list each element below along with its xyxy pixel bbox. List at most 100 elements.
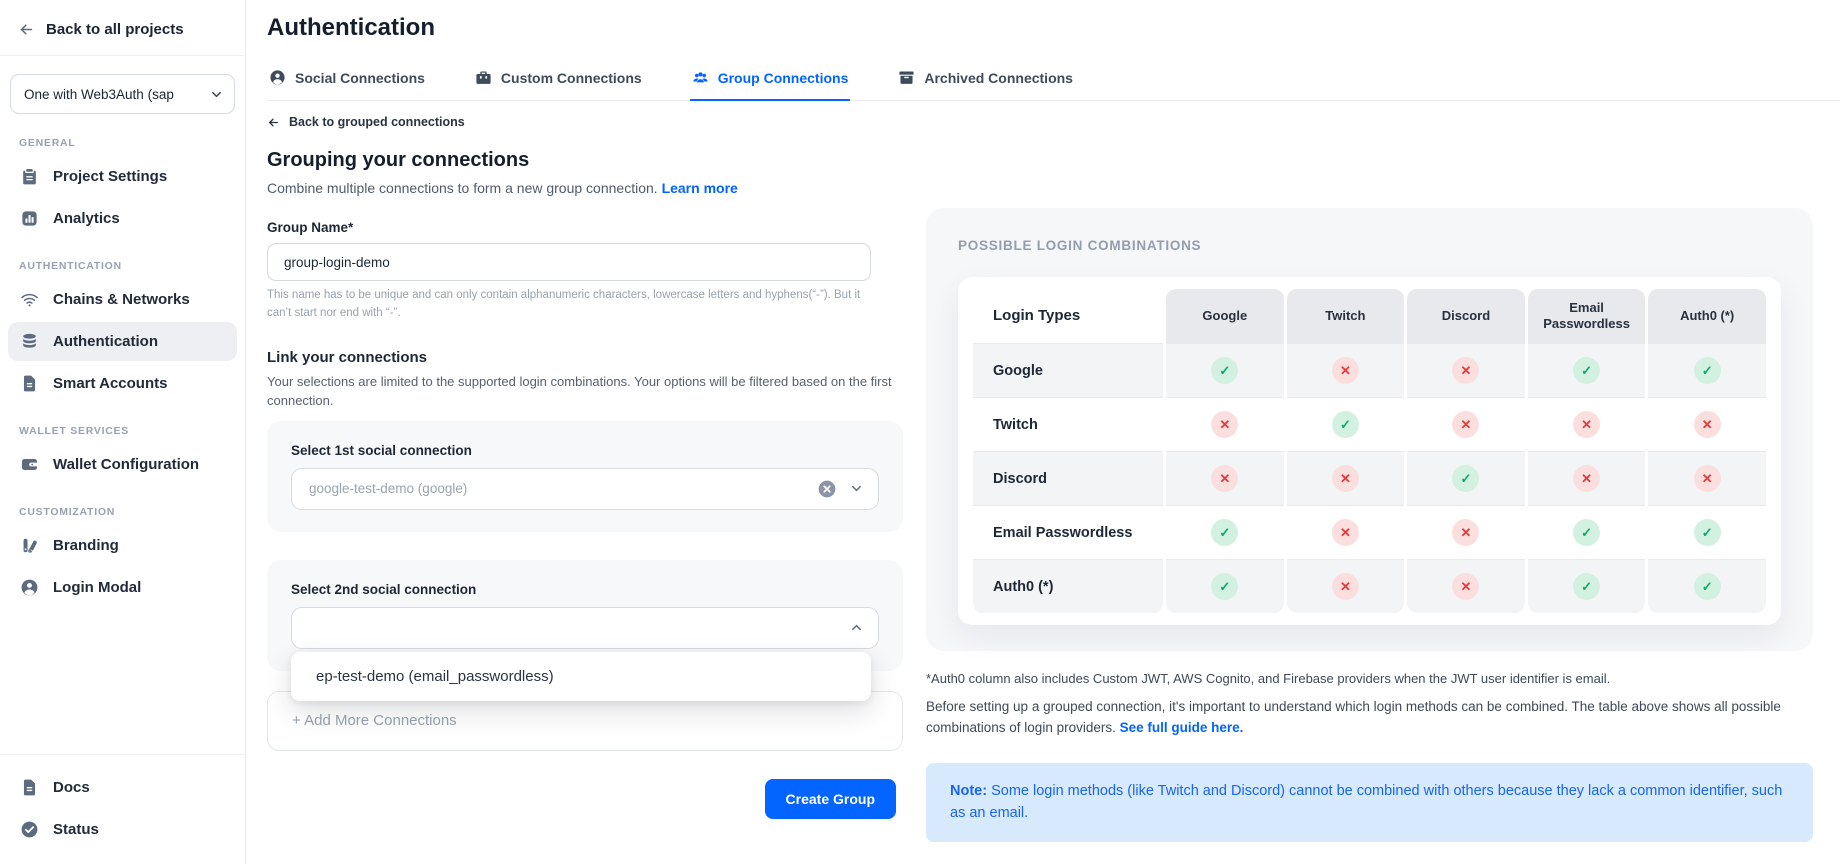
link-connections-title: Link your connections	[267, 349, 903, 366]
sidebar-section-label-general: GENERAL	[0, 118, 245, 154]
sidebar-item-docs[interactable]: Docs	[8, 768, 237, 807]
sidebar-section-label-customization: CUSTOMIZATION	[0, 487, 245, 523]
combinations-table: Login TypesGoogleTwitchDiscordEmail Pass…	[970, 289, 1769, 613]
sidebar-item-analytics[interactable]: Analytics	[8, 199, 237, 238]
cell-supported: ✓	[1528, 559, 1646, 613]
page-title: Authentication	[267, 14, 1840, 42]
sidebar-item-project-settings[interactable]: Project Settings	[8, 157, 237, 196]
chevron-up-icon	[849, 620, 864, 635]
link-connections-description: Your selections are limited to the suppo…	[267, 372, 895, 411]
form-subheading: Combine multiple connections to form a n…	[267, 180, 903, 196]
cell-unsupported: ✕	[1407, 343, 1525, 397]
row-label: Discord	[973, 451, 1163, 505]
second-connection-select[interactable]	[291, 607, 879, 649]
app-window: Back to all projects One with Web3Auth (…	[0, 0, 1840, 864]
sidebar-item-label: Project Settings	[53, 168, 167, 185]
check-icon: ✓	[1573, 519, 1600, 546]
back-to-all-projects-label: Back to all projects	[46, 21, 184, 38]
cell-unsupported: ✕	[1407, 559, 1525, 613]
cell-unsupported: ✕	[1648, 397, 1766, 451]
cell-unsupported: ✕	[1528, 451, 1646, 505]
sidebar-footer: Docs Status	[0, 754, 245, 864]
cross-icon: ✕	[1332, 357, 1359, 384]
cross-icon: ✕	[1573, 465, 1600, 492]
document-icon	[20, 778, 39, 797]
form-heading: Grouping your connections	[267, 149, 903, 172]
link-connections-area: Select 1st social connection google-test…	[267, 421, 903, 819]
check-icon: ✓	[1694, 519, 1721, 546]
column-header-discord: Discord	[1407, 289, 1525, 343]
sidebar-item-branding[interactable]: Branding	[8, 526, 237, 565]
cell-supported: ✓	[1166, 559, 1284, 613]
back-to-all-projects-link[interactable]: Back to all projects	[0, 0, 245, 55]
wallet-icon	[20, 455, 39, 474]
toolbox-icon	[475, 69, 492, 86]
guide-paragraph: Before setting up a grouped connection, …	[926, 697, 1813, 739]
check-icon: ✓	[1573, 573, 1600, 600]
add-more-connections-label: + Add More Connections	[292, 712, 457, 729]
tab-group-connections[interactable]: Group Connections	[690, 63, 851, 101]
status-check-icon	[20, 820, 39, 839]
table-row-google: Google✓✕✕✓✓	[973, 343, 1766, 397]
tab-custom-connections[interactable]: Custom Connections	[473, 63, 644, 101]
chevron-down-icon	[209, 87, 224, 102]
check-icon: ✓	[1573, 357, 1600, 384]
sidebar-item-wallet-configuration[interactable]: Wallet Configuration	[8, 445, 237, 484]
archive-icon	[898, 69, 915, 86]
clear-icon[interactable]	[817, 479, 837, 499]
stack-icon	[20, 332, 39, 351]
create-group-button[interactable]: Create Group	[765, 779, 896, 819]
first-connection-select[interactable]: google-test-demo (google)	[291, 468, 879, 510]
sidebar-item-login-modal[interactable]: Login Modal	[8, 568, 237, 607]
cell-unsupported: ✕	[1166, 451, 1284, 505]
learn-more-link[interactable]: Learn more	[662, 180, 738, 196]
cell-supported: ✓	[1166, 343, 1284, 397]
cell-supported: ✓	[1528, 505, 1646, 559]
cross-icon: ✕	[1211, 411, 1238, 438]
table-row-twitch: Twitch✕✓✕✕✕	[973, 397, 1766, 451]
group-form-column: Back to grouped connections Grouping you…	[267, 101, 903, 819]
project-selector-value: One with Web3Auth (sap	[24, 87, 209, 102]
user-circle-icon	[269, 69, 286, 86]
table-corner-header: Login Types	[973, 289, 1163, 343]
cell-supported: ✓	[1648, 505, 1766, 559]
tab-bar: Social Connections Custom Connections Grou…	[267, 63, 1840, 101]
see-full-guide-link[interactable]: See full guide here.	[1120, 720, 1244, 735]
back-to-grouped-connections-link[interactable]: Back to grouped connections	[267, 115, 903, 129]
tab-social-connections[interactable]: Social Connections	[267, 63, 427, 101]
sidebar-item-label: Authentication	[53, 333, 158, 350]
sidebar-item-chains-networks[interactable]: Chains & Networks	[8, 280, 237, 319]
check-icon: ✓	[1332, 411, 1359, 438]
sidebar-item-smart-accounts[interactable]: Smart Accounts	[8, 364, 237, 403]
check-icon: ✓	[1211, 357, 1238, 384]
tab-label: Custom Connections	[501, 70, 642, 86]
first-connection-card: Select 1st social connection google-test…	[267, 421, 903, 532]
note-callout: Note: Some login methods (like Twitch an…	[926, 763, 1813, 843]
row-label: Auth0 (*)	[973, 559, 1163, 613]
cell-supported: ✓	[1287, 397, 1405, 451]
sidebar: Back to all projects One with Web3Auth (…	[0, 0, 246, 864]
cell-supported: ✓	[1648, 559, 1766, 613]
cross-icon: ✕	[1452, 411, 1479, 438]
check-icon: ✓	[1694, 357, 1721, 384]
combinations-table-card: Login TypesGoogleTwitchDiscordEmail Pass…	[958, 277, 1781, 625]
dropdown-option-ep-test-demo[interactable]: ep-test-demo (email_passwordless)	[291, 666, 871, 687]
second-connection-label: Select 2nd social connection	[291, 582, 879, 597]
cell-unsupported: ✕	[1648, 451, 1766, 505]
tab-label: Archived Connections	[924, 70, 1073, 86]
sidebar-item-authentication[interactable]: Authentication	[8, 322, 237, 361]
combinations-title: POSSIBLE LOGIN COMBINATIONS	[958, 238, 1781, 253]
back-to-grouped-connections-label: Back to grouped connections	[289, 115, 465, 129]
column-header-twitch: Twitch	[1287, 289, 1405, 343]
project-selector[interactable]: One with Web3Auth (sap	[10, 74, 235, 114]
check-icon: ✓	[1211, 519, 1238, 546]
analytics-icon	[20, 209, 39, 228]
sidebar-item-label: Status	[53, 821, 99, 838]
tab-archived-connections[interactable]: Archived Connections	[896, 63, 1075, 101]
group-name-input[interactable]	[267, 243, 871, 281]
table-header-row: Login TypesGoogleTwitchDiscordEmail Pass…	[973, 289, 1766, 343]
clipboard-icon	[20, 167, 39, 186]
table-row-discord: Discord✕✕✓✕✕	[973, 451, 1766, 505]
sidebar-item-label: Branding	[53, 537, 119, 554]
sidebar-item-status[interactable]: Status	[8, 810, 237, 849]
